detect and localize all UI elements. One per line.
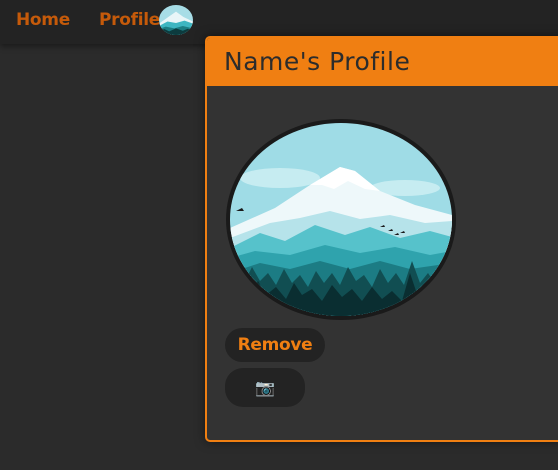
camera-upload-button[interactable]: 📷	[225, 368, 305, 407]
remove-picture-button[interactable]: Remove	[225, 328, 325, 362]
mountain-landscape-picture-icon	[230, 123, 452, 316]
profile-card: Name's Profile Remove 📷	[205, 36, 558, 442]
profile-card-header: Name's Profile	[207, 38, 558, 86]
mountain-landscape-avatar-icon	[159, 5, 193, 35]
nav-profile-link[interactable]: Profile	[99, 10, 160, 30]
profile-picture	[226, 119, 456, 320]
nav-home-link[interactable]: Home	[16, 10, 70, 30]
nav-avatar[interactable]	[159, 5, 193, 35]
camera-icon: 📷	[255, 378, 275, 397]
profile-title: Name's Profile	[224, 47, 411, 76]
